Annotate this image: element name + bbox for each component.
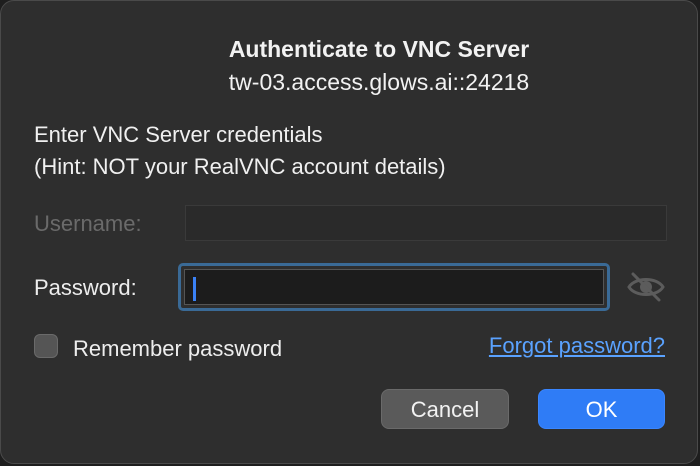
remember-password-label[interactable]: Remember password xyxy=(73,335,282,363)
password-label: Password: xyxy=(34,275,137,300)
forgot-password-link[interactable]: Forgot password? xyxy=(489,332,665,360)
cancel-button[interactable]: Cancel xyxy=(381,389,509,429)
eye-slash-icon[interactable] xyxy=(625,269,667,305)
vnc-auth-dialog: Authenticate to VNC Server tw-03.access.… xyxy=(0,0,698,464)
server-address: tw-03.access.glows.ai::24218 xyxy=(228,69,530,95)
prompt-line-2: (Hint: NOT your RealVNC account details) xyxy=(34,154,446,179)
dialog-title: Authenticate to VNC Server xyxy=(228,36,530,62)
ok-button[interactable]: OK xyxy=(538,389,665,429)
credentials-prompt: Enter VNC Server credentials (Hint: NOT … xyxy=(34,119,446,183)
username-label: Username: xyxy=(34,211,142,236)
prompt-line-1: Enter VNC Server credentials xyxy=(34,122,323,147)
remember-password-checkbox[interactable] xyxy=(34,334,58,358)
password-field[interactable] xyxy=(184,269,604,305)
password-focus-ring[interactable] xyxy=(178,263,610,311)
text-caret xyxy=(193,277,196,301)
username-field xyxy=(185,205,667,241)
